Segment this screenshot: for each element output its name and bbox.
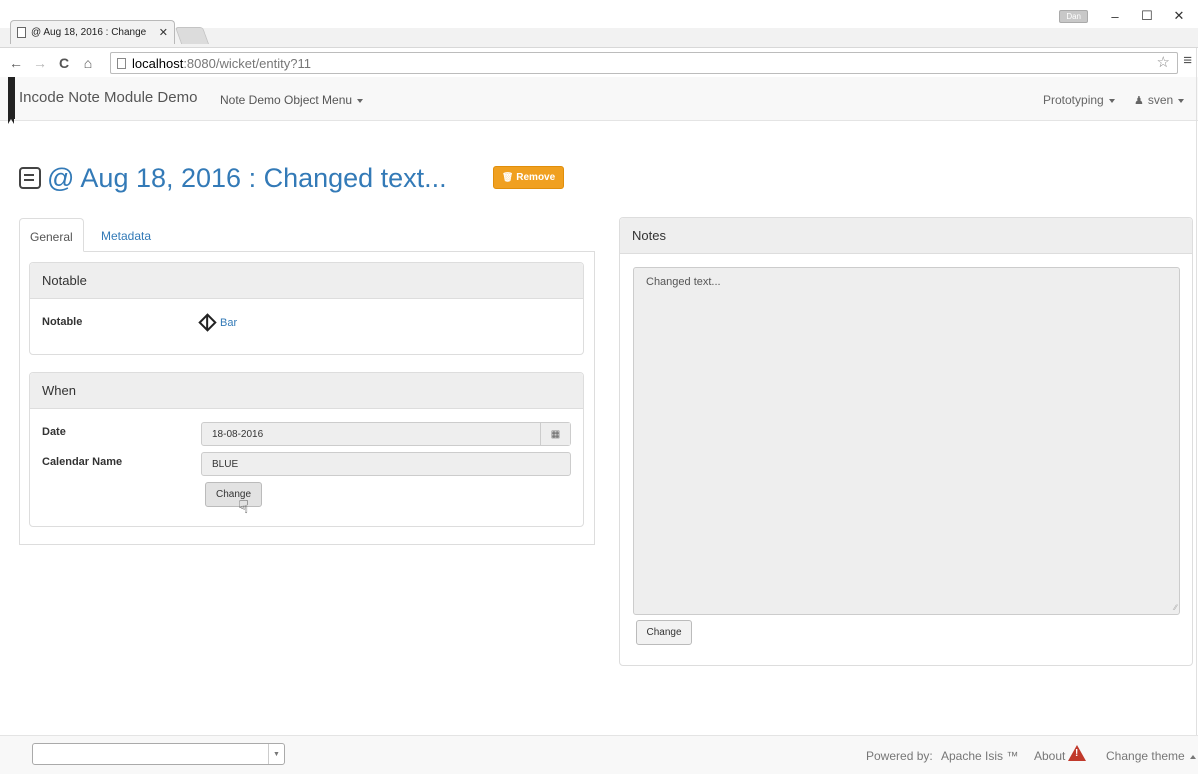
warning-icon[interactable] bbox=[1068, 745, 1086, 761]
tab-general[interactable]: General bbox=[19, 218, 84, 252]
app-brand[interactable]: Incode Note Module Demo bbox=[19, 89, 197, 106]
browser-tab[interactable]: @ Aug 18, 2016 : Change ✕ bbox=[10, 20, 175, 44]
maximize-button[interactable]: ☐ bbox=[1134, 8, 1160, 24]
hand-cursor-icon: ☟ bbox=[238, 497, 249, 517]
change-theme-label: Change theme bbox=[1106, 749, 1185, 763]
user-icon: ♟ bbox=[1134, 95, 1144, 107]
tab-metadata[interactable]: Metadata bbox=[91, 218, 161, 252]
notable-label: Notable bbox=[42, 316, 83, 328]
when-panel-heading: When bbox=[30, 373, 583, 409]
page-title: @ Aug 18, 2016 : Changed text... bbox=[47, 162, 447, 193]
notes-textarea[interactable]: Changed text... ∕∕ bbox=[633, 267, 1180, 615]
browser-chrome: @ Aug 18, 2016 : Change ✕ Dan – ☐ ✕ bbox=[0, 0, 1198, 48]
page-icon bbox=[17, 27, 26, 38]
forward-icon[interactable]: → bbox=[32, 55, 48, 71]
page-info-icon[interactable] bbox=[117, 57, 126, 69]
close-tab-icon[interactable]: ✕ bbox=[159, 26, 168, 39]
change-when-button[interactable]: Change bbox=[205, 482, 262, 507]
date-value: 18-08-2016 bbox=[212, 429, 264, 440]
resize-grip-icon[interactable]: ∕∕ bbox=[1174, 603, 1177, 612]
calendar-icon[interactable]: ▦ bbox=[540, 423, 570, 445]
notes-panel-heading: Notes bbox=[620, 218, 1192, 254]
trash-icon: 🗑 bbox=[501, 172, 514, 182]
date-label: Date bbox=[42, 426, 66, 438]
window-controls: Dan – ☐ ✕ bbox=[1059, 8, 1192, 24]
note-demo-object-menu[interactable]: Note Demo Object Menu bbox=[220, 93, 364, 107]
browser-menu-icon[interactable]: ≡ bbox=[1183, 52, 1192, 69]
browser-tab-title: @ Aug 18, 2016 : Change bbox=[31, 27, 147, 38]
window-edge bbox=[1196, 48, 1197, 738]
footer: ▼ Powered by: Apache Isis ™ About Change… bbox=[0, 735, 1198, 774]
page-header: @ Aug 18, 2016 : Changed text... bbox=[19, 160, 447, 196]
minimize-button[interactable]: – bbox=[1102, 9, 1128, 24]
calendar-name-label: Calendar Name bbox=[42, 456, 123, 468]
notable-link[interactable]: Bar bbox=[198, 313, 238, 332]
url-path: :8080/wicket/entity?11 bbox=[183, 55, 311, 71]
profile-badge[interactable]: Dan bbox=[1059, 9, 1088, 23]
date-field[interactable]: 18-08-2016 ▦ bbox=[201, 422, 571, 446]
notable-panel: Notable Notable Bar bbox=[29, 262, 584, 355]
menu-label: Note Demo Object Menu bbox=[220, 93, 353, 107]
home-icon[interactable]: ⌂ bbox=[80, 55, 96, 71]
tab-strip bbox=[0, 0, 1198, 28]
when-panel: When Date 18-08-2016 ▦ Calendar Name BLU… bbox=[29, 372, 584, 527]
back-icon[interactable]: ← bbox=[8, 55, 24, 71]
apache-isis-link[interactable]: Apache Isis ™ bbox=[941, 749, 1018, 763]
calendar-name-field[interactable]: BLUE bbox=[201, 452, 571, 476]
about-link[interactable]: About bbox=[1034, 749, 1065, 763]
user-name: sven bbox=[1147, 93, 1174, 107]
note-icon bbox=[19, 167, 41, 189]
entity-tabs: General Metadata bbox=[19, 218, 595, 252]
theme-select[interactable]: ▼ bbox=[32, 743, 285, 765]
remove-label: Remove bbox=[516, 172, 556, 183]
close-window-button[interactable]: ✕ bbox=[1166, 8, 1192, 24]
address-row: ← → C ⌂ localhost :8080/wicket/entity?11… bbox=[0, 50, 1198, 76]
powered-by-label: Powered by: bbox=[866, 749, 933, 763]
notable-value: Bar bbox=[220, 316, 238, 329]
new-tab-button[interactable] bbox=[174, 27, 210, 44]
app-navbar: Incode Note Module Demo Note Demo Object… bbox=[0, 77, 1198, 124]
prototyping-menu[interactable]: Prototyping bbox=[1043, 93, 1115, 107]
caret-down-icon bbox=[1108, 98, 1115, 103]
change-notes-button[interactable]: Change bbox=[636, 620, 692, 645]
bookmark-star-icon[interactable]: ☆ bbox=[1157, 53, 1170, 71]
address-bar[interactable]: localhost :8080/wicket/entity?11 bbox=[110, 52, 1178, 74]
notable-panel-heading: Notable bbox=[30, 263, 583, 299]
user-menu[interactable]: ♟ sven bbox=[1134, 93, 1185, 107]
caret-up-icon bbox=[1189, 754, 1196, 759]
caret-down-icon bbox=[357, 98, 364, 103]
bookmark-ribbon-icon bbox=[8, 77, 15, 124]
remove-button[interactable]: 🗑 Remove bbox=[493, 166, 564, 189]
url-host: localhost bbox=[132, 55, 184, 71]
change-theme-menu[interactable]: Change theme bbox=[1106, 749, 1196, 763]
reload-icon[interactable]: C bbox=[56, 55, 72, 71]
entity-icon bbox=[198, 313, 217, 332]
calendar-name-value: BLUE bbox=[212, 459, 239, 470]
notes-text: Changed text... bbox=[646, 276, 721, 288]
caret-down-icon bbox=[1178, 98, 1185, 103]
prototyping-label: Prototyping bbox=[1043, 93, 1104, 107]
chevron-down-icon[interactable]: ▼ bbox=[268, 744, 284, 764]
notes-panel: Notes Changed text... ∕∕ Change bbox=[619, 217, 1193, 666]
